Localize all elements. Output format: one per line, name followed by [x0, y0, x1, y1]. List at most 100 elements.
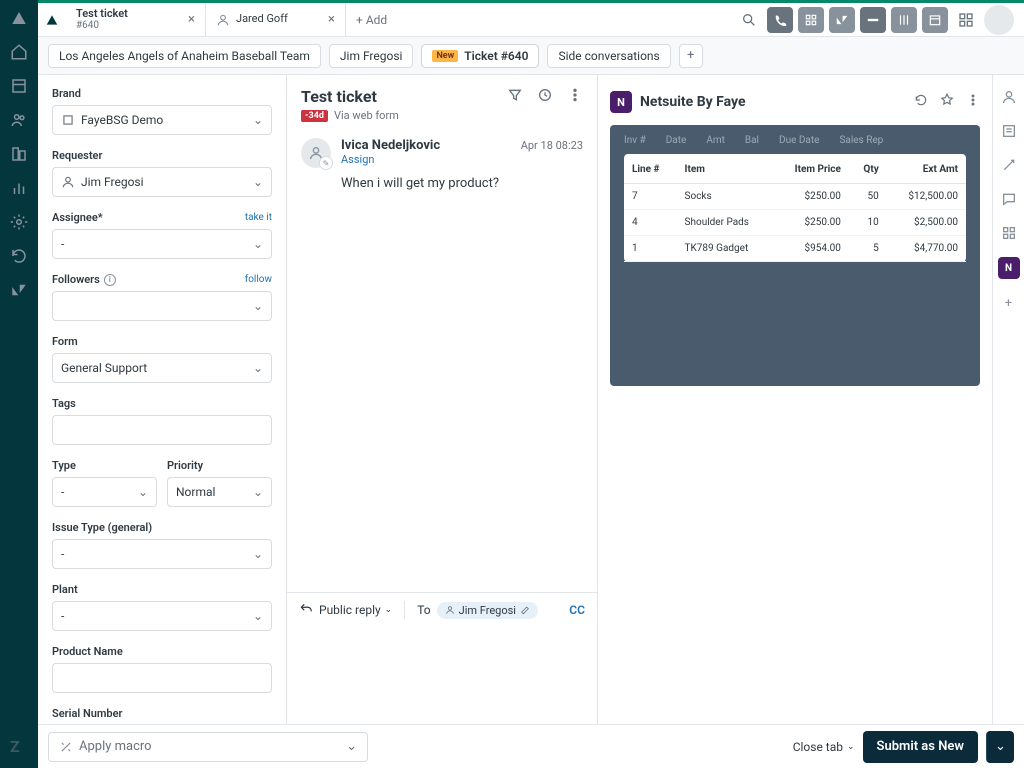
admin-icon[interactable]: [9, 212, 29, 232]
views-icon[interactable]: [9, 76, 29, 96]
reply-mode-label: Public reply: [319, 603, 381, 617]
explore-icon[interactable]: [829, 7, 855, 33]
col-price: Item Price: [774, 154, 849, 184]
author: Ivica Nedeljkovic: [341, 138, 440, 153]
phone-icon[interactable]: [767, 7, 793, 33]
priority-select[interactable]: Normal⌄: [167, 477, 272, 507]
recipient-chip[interactable]: Jim Fregosi: [437, 602, 538, 619]
assignee-label: Assignee*: [52, 211, 103, 224]
netsuite-app-icon[interactable]: N: [998, 257, 1020, 279]
follow-link[interactable]: follow: [245, 274, 272, 285]
app-logo-icon: N: [610, 91, 632, 113]
apps-icon[interactable]: [999, 223, 1019, 243]
grid-icon[interactable]: [798, 7, 824, 33]
form-select[interactable]: General Support⌄: [52, 353, 272, 383]
ns-table: Line # Item Item Price Qty Ext Amt 7Sock…: [624, 154, 966, 262]
apply-macro-select[interactable]: Apply macro ⌄: [48, 732, 368, 762]
table-row[interactable]: 4Shoulder Pads$250.0010$2,500.00: [624, 210, 966, 236]
tab-user[interactable]: Jared Goff ×: [206, 3, 346, 36]
type-select[interactable]: -⌄: [52, 477, 157, 507]
user-icon[interactable]: [999, 87, 1019, 107]
pin-icon[interactable]: [940, 93, 954, 111]
ns-tab[interactable]: Sales Rep: [839, 135, 883, 146]
home-icon[interactable]: [9, 42, 29, 62]
add-tab-button[interactable]: + Add: [346, 3, 397, 36]
sla-badge: -34d: [301, 110, 328, 122]
reply-mode-select[interactable]: Public reply ⌄: [319, 603, 392, 617]
ns-tab[interactable]: Bal: [745, 135, 759, 146]
followers-select[interactable]: ⌄: [52, 291, 272, 321]
close-tab-button[interactable]: Close tab ⌄: [793, 740, 855, 754]
crumb-side-convo[interactable]: Side conversations: [547, 44, 670, 68]
tabs-bar: Test ticket #640 × Jared Goff × + Add: [38, 3, 1024, 37]
zendesk-icon[interactable]: [9, 280, 29, 300]
product-label: Product Name: [52, 645, 272, 658]
reporting-icon[interactable]: [9, 178, 29, 198]
table-row[interactable]: 7Socks$250.0050$12,500.00: [624, 184, 966, 210]
ns-tab[interactable]: Due Date: [779, 135, 819, 146]
followers-label: Followers: [52, 273, 100, 286]
app-body: Inv # Date Amt Bal Due Date Sales Rep Li…: [610, 125, 980, 386]
crumb-ticket[interactable]: New Ticket #640: [421, 44, 539, 68]
assignee-value: -: [61, 237, 64, 251]
col-qty: Qty: [849, 154, 887, 184]
requester-select[interactable]: Jim Fregosi⌄: [52, 167, 272, 197]
customers-icon[interactable]: [9, 110, 29, 130]
logo-icon[interactable]: [9, 8, 29, 28]
requester-label: Requester: [52, 149, 272, 162]
close-icon[interactable]: ×: [328, 12, 335, 27]
take-it-link[interactable]: take it: [245, 212, 272, 223]
col-item: Item: [677, 154, 774, 184]
brand-select[interactable]: FayeBSG Demo⌄: [52, 105, 272, 135]
org-icon[interactable]: [9, 144, 29, 164]
ns-tab[interactable]: Amt: [706, 135, 725, 146]
wand-icon[interactable]: [999, 155, 1019, 175]
filter-icon[interactable]: [507, 87, 523, 107]
add-app-icon[interactable]: +: [999, 293, 1019, 313]
search-icon[interactable]: [736, 7, 762, 33]
calendar-icon[interactable]: [922, 7, 948, 33]
apps-icon[interactable]: [953, 7, 979, 33]
dashboard-icon[interactable]: [891, 7, 917, 33]
events-icon[interactable]: [537, 87, 553, 107]
via-label: Via web form: [334, 109, 399, 122]
assign-link[interactable]: Assign: [341, 153, 583, 166]
compose-area[interactable]: [287, 627, 597, 735]
cc-button[interactable]: CC: [569, 603, 585, 617]
add-crumb-button[interactable]: +: [679, 44, 703, 68]
submit-button[interactable]: Submit as New: [863, 731, 978, 763]
assignee-select[interactable]: -⌄: [52, 229, 272, 259]
knowledge-icon[interactable]: [999, 121, 1019, 141]
main-area: Test ticket #640 × Jared Goff × + Add: [38, 0, 1024, 768]
avatar[interactable]: [984, 5, 1014, 35]
product-input[interactable]: [52, 663, 272, 693]
ns-tab[interactable]: Inv #: [624, 135, 646, 146]
submit-caret-button[interactable]: ⌄: [986, 731, 1014, 763]
message: ✎ Ivica Nedeljkovic Apr 18 08:23 Assign …: [287, 130, 597, 592]
tab-home-icon[interactable]: [38, 3, 66, 36]
chat-icon[interactable]: [860, 7, 886, 33]
right-rail: N +: [992, 75, 1024, 768]
close-icon[interactable]: ×: [188, 12, 195, 27]
tags-input[interactable]: [52, 415, 272, 445]
more-icon[interactable]: [567, 87, 583, 107]
plant-select[interactable]: -⌄: [52, 601, 272, 631]
table-row[interactable]: 1TK789 Gadget$954.005$4,770.00: [624, 236, 966, 262]
ns-tabs: Inv # Date Amt Bal Due Date Sales Rep: [610, 125, 980, 154]
type-label: Type: [52, 459, 157, 472]
footer: Apply macro ⌄ Close tab ⌄ Submit as New …: [38, 724, 1024, 768]
more-icon[interactable]: [966, 93, 980, 111]
issue-select[interactable]: -⌄: [52, 539, 272, 569]
crumb-org[interactable]: Los Angeles Angels of Anaheim Baseball T…: [48, 44, 321, 68]
tab-sub: #640: [76, 20, 128, 31]
brand-label: Brand: [52, 87, 272, 100]
crumb-user[interactable]: Jim Fregosi: [329, 44, 414, 68]
tab-ticket[interactable]: Test ticket #640 ×: [66, 3, 206, 36]
reload-icon[interactable]: [914, 93, 928, 111]
refresh-icon[interactable]: [9, 246, 29, 266]
status-badge: New: [432, 50, 458, 62]
channel-icon: ✎: [319, 156, 333, 170]
ns-tab[interactable]: Date: [666, 135, 687, 146]
chat-icon[interactable]: [999, 189, 1019, 209]
content: Brand FayeBSG Demo⌄ Requester Jim Fregos…: [38, 75, 1024, 768]
